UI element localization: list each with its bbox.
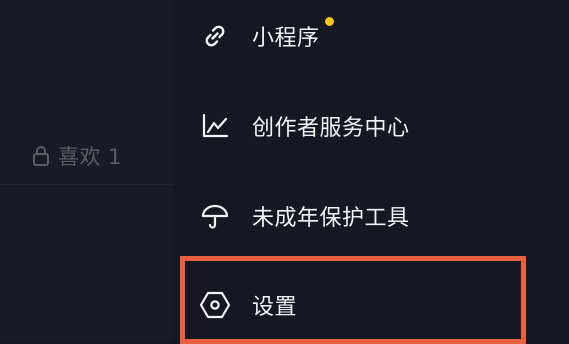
chart-icon bbox=[199, 110, 231, 142]
likes-tab-label: 喜欢 1 bbox=[58, 145, 123, 169]
left-panel: 喜欢 1 bbox=[0, 0, 173, 341]
left-divider bbox=[0, 184, 173, 185]
menu-item-label: 未成年保护工具 bbox=[252, 206, 410, 231]
badge-dot bbox=[325, 17, 334, 26]
settings-highlight-box bbox=[180, 256, 526, 344]
likes-tab[interactable]: 喜欢 1 bbox=[30, 140, 122, 172]
lock-icon bbox=[30, 145, 52, 167]
umbrella-icon bbox=[199, 200, 231, 232]
menu-item-mini-program[interactable]: 小程序 bbox=[173, 6, 569, 66]
link-icon bbox=[199, 20, 231, 52]
menu-item-label: 创作者服务中心 bbox=[252, 116, 410, 141]
menu-item-creator-center[interactable]: 创作者服务中心 bbox=[173, 96, 569, 156]
menu-item-minor-protection[interactable]: 未成年保护工具 bbox=[173, 186, 569, 246]
menu-item-label: 小程序 bbox=[252, 26, 320, 51]
